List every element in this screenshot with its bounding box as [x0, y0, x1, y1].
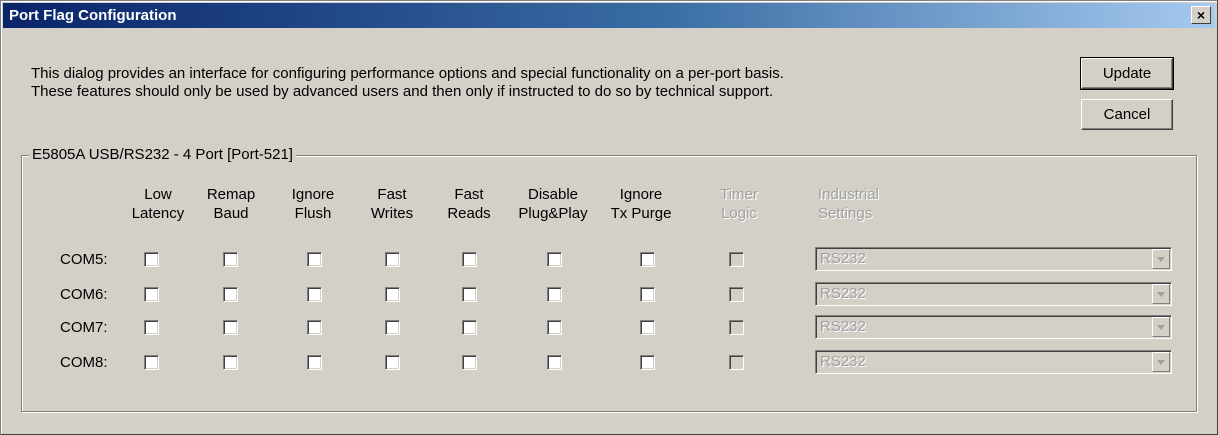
select-value: RS232	[820, 318, 866, 335]
column-header-line1: Ignore	[291, 186, 335, 203]
description-line-2: These features should only be used by ad…	[31, 83, 774, 100]
update-button[interactable]: Update	[1080, 57, 1174, 90]
checkbox-timer-logic	[729, 287, 744, 302]
column-header-remap-baud: Remap Baud	[186, 185, 276, 223]
checkbox-remap-baud[interactable]	[223, 252, 238, 267]
column-header-industrial-settings: Industrial Settings	[818, 185, 908, 223]
title-bar[interactable]: Port Flag Configuration ×	[3, 3, 1215, 28]
column-header-line1: Ignore	[619, 186, 663, 203]
description-line-1: This dialog provides an interface for co…	[31, 65, 784, 82]
checkbox-fast-reads[interactable]	[462, 287, 477, 302]
dropdown-arrow-icon	[1152, 249, 1170, 269]
checkbox-ignore-tx-purge[interactable]	[640, 320, 655, 335]
checkbox-fast-writes[interactable]	[385, 320, 400, 335]
dropdown-arrow-icon	[1152, 352, 1170, 372]
column-header-ignore-flush: Ignore Flush	[268, 185, 358, 223]
checkbox-low-latency[interactable]	[144, 320, 159, 335]
checkbox-disable-plug-play[interactable]	[547, 287, 562, 302]
column-header-line2: Plug&Play	[518, 205, 588, 222]
column-header-line2: Baud	[213, 205, 249, 222]
description: This dialog provides an interface for co…	[31, 65, 784, 101]
checkbox-fast-reads[interactable]	[462, 252, 477, 267]
select-value: RS232	[820, 285, 866, 302]
port-label: COM5:	[60, 251, 108, 268]
column-header-line2: Logic	[721, 205, 757, 222]
checkbox-ignore-flush[interactable]	[307, 287, 322, 302]
dropdown-arrow-icon	[1152, 317, 1170, 337]
group-label: E5805A USB/RS232 - 4 Port [Port-521]	[29, 146, 296, 163]
column-header-line2: Tx Purge	[610, 205, 672, 222]
checkbox-low-latency[interactable]	[144, 355, 159, 370]
cancel-button[interactable]: Cancel	[1081, 99, 1173, 130]
column-header-line1: Fast	[454, 186, 484, 203]
select-value: RS232	[820, 353, 866, 370]
column-header-fast-reads: Fast Reads	[424, 185, 514, 223]
column-header-line1: Timer	[720, 186, 758, 203]
checkbox-disable-plug-play[interactable]	[547, 320, 562, 335]
select-value: RS232	[820, 250, 866, 267]
checkbox-fast-reads[interactable]	[462, 355, 477, 370]
checkbox-timer-logic	[729, 252, 744, 267]
dropdown-arrow-icon	[1152, 284, 1170, 304]
window-title: Port Flag Configuration	[9, 7, 177, 24]
port-label: COM6:	[60, 286, 108, 303]
checkbox-fast-writes[interactable]	[385, 355, 400, 370]
checkbox-ignore-tx-purge[interactable]	[640, 355, 655, 370]
checkbox-low-latency[interactable]	[144, 252, 159, 267]
column-header-line: Industrial	[818, 186, 879, 203]
checkbox-timer-logic	[729, 355, 744, 370]
checkbox-fast-writes[interactable]	[385, 287, 400, 302]
checkbox-fast-reads[interactable]	[462, 320, 477, 335]
column-header-disable-plug-play: Disable Plug&Play	[508, 185, 598, 223]
column-header-line1: Remap	[206, 186, 256, 203]
column-header-ignore-tx-purge: Ignore Tx Purge	[596, 185, 686, 223]
checkbox-ignore-tx-purge[interactable]	[640, 287, 655, 302]
port-label: COM8:	[60, 354, 108, 371]
checkbox-disable-plug-play[interactable]	[547, 252, 562, 267]
industrial-settings-select: RS232	[815, 282, 1172, 306]
checkbox-remap-baud[interactable]	[223, 287, 238, 302]
checkbox-fast-writes[interactable]	[385, 252, 400, 267]
industrial-settings-select: RS232	[815, 350, 1172, 374]
checkbox-ignore-flush[interactable]	[307, 320, 322, 335]
checkbox-disable-plug-play[interactable]	[547, 355, 562, 370]
column-header-timer-logic: Timer Logic	[694, 185, 784, 223]
checkbox-remap-baud[interactable]	[223, 320, 238, 335]
checkbox-timer-logic	[729, 320, 744, 335]
column-header-line: Settings	[818, 205, 873, 222]
close-button[interactable]: ×	[1191, 6, 1211, 24]
industrial-settings-select: RS232	[815, 315, 1172, 339]
column-header-line2: Reads	[447, 205, 491, 222]
checkbox-remap-baud[interactable]	[223, 355, 238, 370]
column-header-line2: Flush	[294, 205, 332, 222]
checkbox-ignore-tx-purge[interactable]	[640, 252, 655, 267]
checkbox-low-latency[interactable]	[144, 287, 159, 302]
industrial-settings-select: RS232	[815, 247, 1172, 271]
column-header-line1: Disable	[527, 186, 579, 203]
checkbox-ignore-flush[interactable]	[307, 355, 322, 370]
port-label: COM7:	[60, 319, 108, 336]
checkbox-ignore-flush[interactable]	[307, 252, 322, 267]
